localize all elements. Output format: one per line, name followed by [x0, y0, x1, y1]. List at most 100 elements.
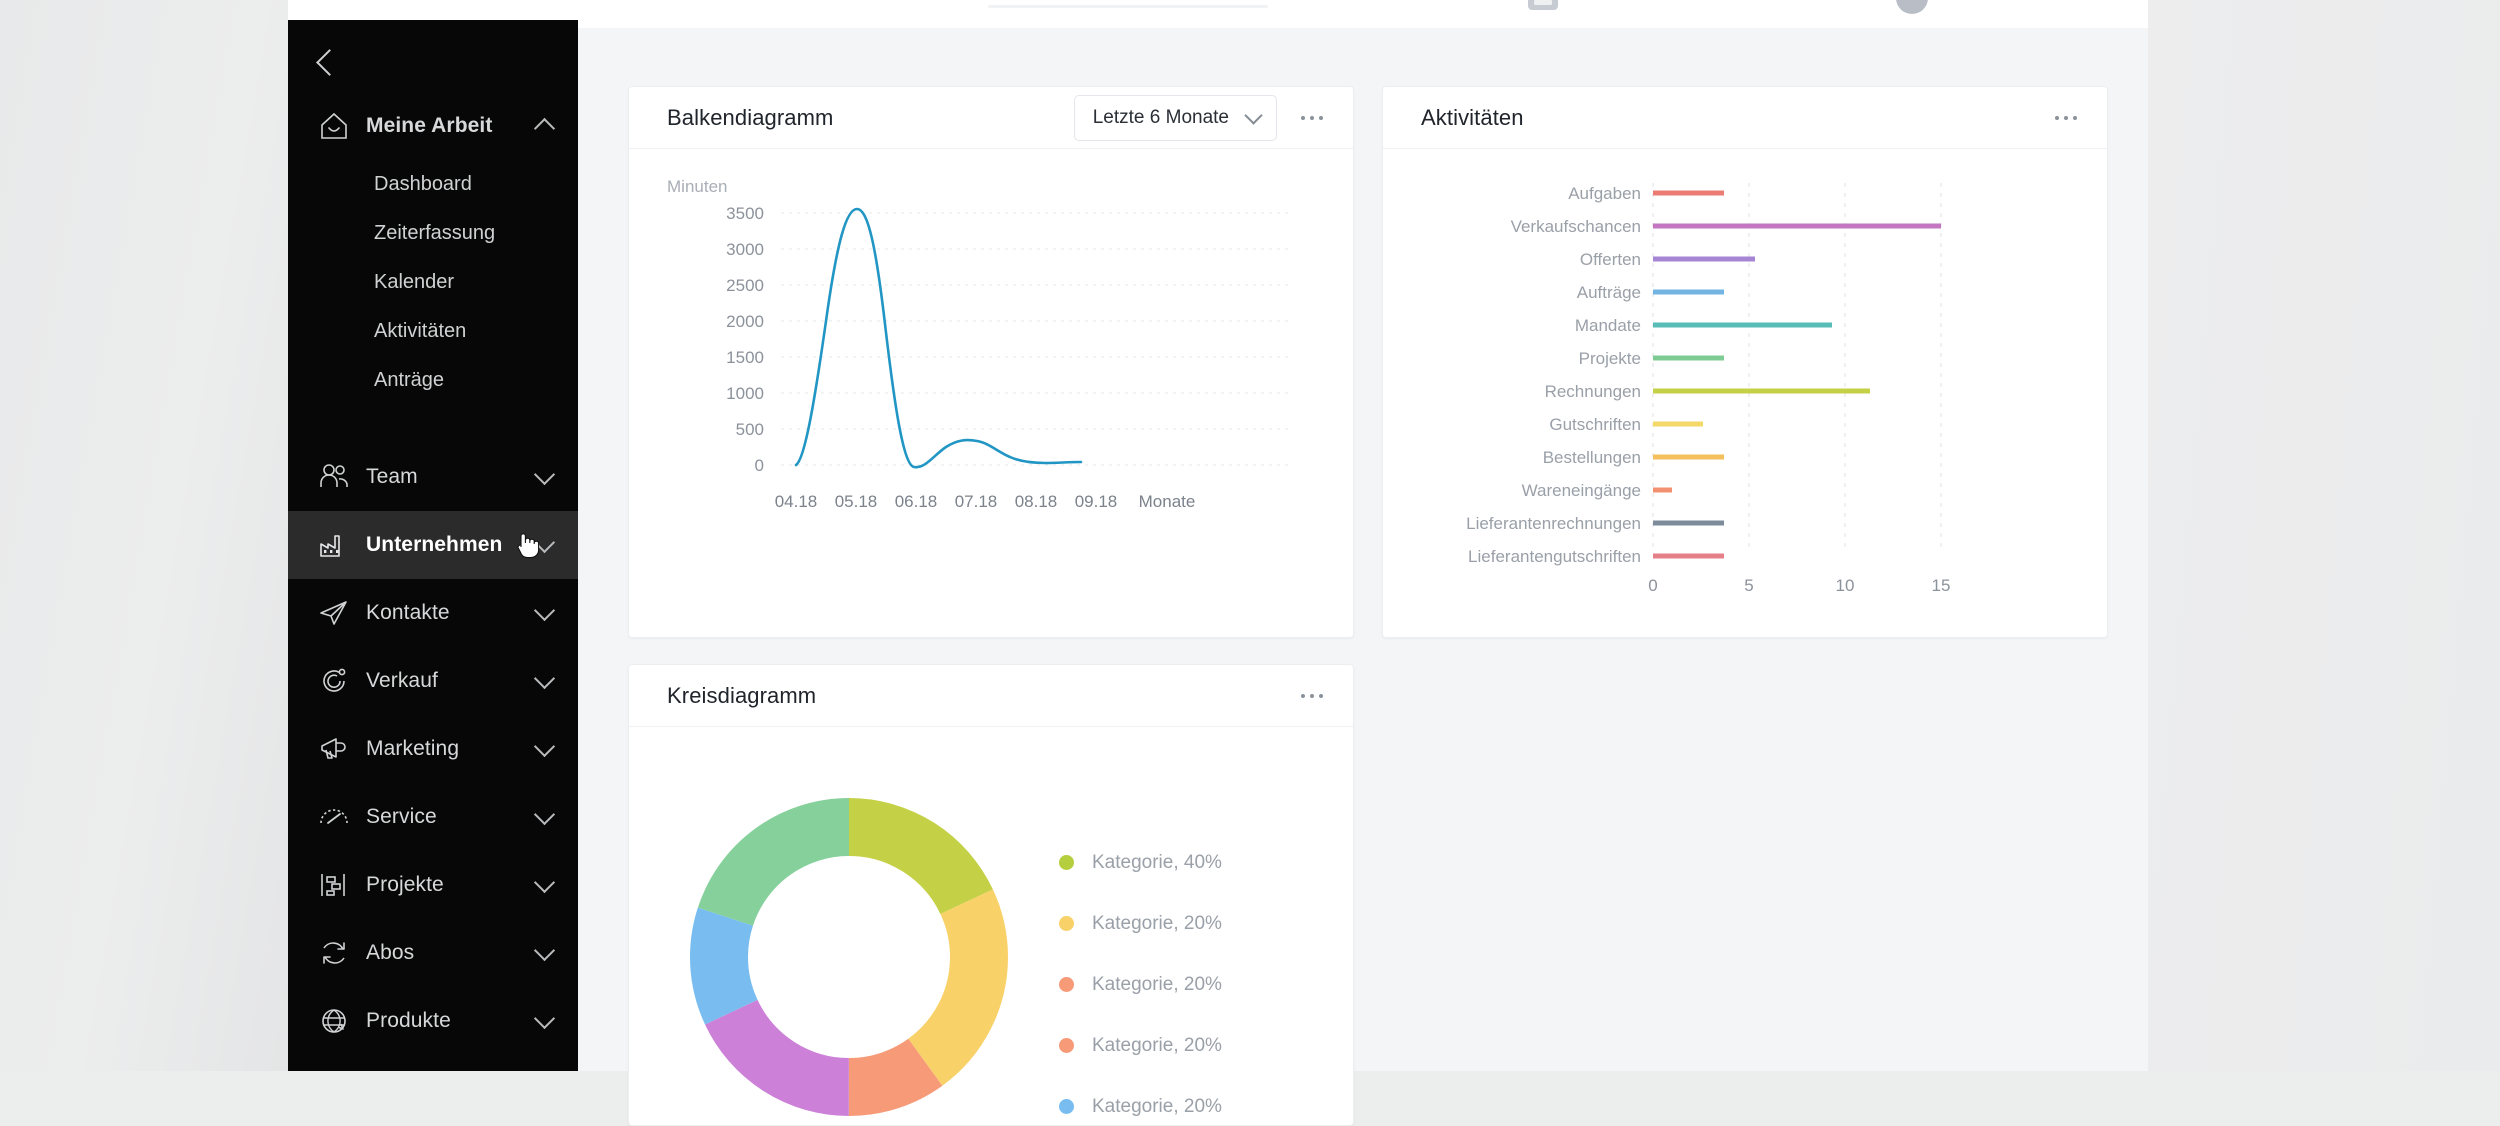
sidebar-item-verkauf[interactable]: Verkauf — [288, 647, 578, 715]
sidebar-item-label: Meine Arbeit — [366, 114, 493, 137]
date-range-value: Letzte 6 Monate — [1092, 106, 1229, 128]
sidebar-subitem-antraege[interactable]: Anträge — [288, 356, 578, 405]
calendar-icon[interactable] — [1528, 0, 1558, 10]
svg-text:07.18: 07.18 — [955, 492, 998, 511]
svg-text:Aufgaben: Aufgaben — [1568, 184, 1641, 203]
sidebar-item-team[interactable]: Team — [288, 443, 578, 511]
svg-text:Projekte: Projekte — [1579, 349, 1641, 368]
sidebar-subitem-dashboard[interactable]: Dashboard — [288, 160, 578, 209]
grid-lines — [1652, 183, 1942, 549]
home-icon — [316, 108, 352, 144]
card-menu-button[interactable] — [2053, 110, 2079, 126]
sidebar-item-label: Projekte — [366, 873, 444, 896]
donut-chart-svg — [690, 798, 1008, 1116]
card-title: Balkendiagramm — [667, 104, 834, 130]
grid-lines — [781, 212, 1289, 466]
paper-plane-icon — [316, 595, 352, 631]
chevron-down-icon — [533, 599, 556, 622]
target-icon — [316, 663, 352, 699]
card-balkendiagramm: Balkendiagramm Letzte 6 Monate Minuten 3… — [628, 86, 1354, 638]
svg-text:Bestellungen: Bestellungen — [1543, 448, 1641, 467]
svg-text:15: 15 — [1932, 576, 1951, 595]
sidebar-subitem-zeiterfassung[interactable]: Zeiterfassung — [288, 209, 578, 258]
chevron-down-icon — [533, 1007, 556, 1030]
card-menu-button[interactable] — [1299, 688, 1325, 704]
x-axis-ticks: 04.18 05.18 06.18 07.18 08.18 09.18 Mona… — [775, 492, 1196, 511]
y-axis-ticks: 3500 3000 2500 2000 1500 1000 500 0 — [726, 204, 764, 475]
svg-text:500: 500 — [736, 420, 764, 439]
legend-item[interactable]: Kategorie, 20% — [1059, 969, 1222, 1000]
bars — [1653, 190, 1941, 559]
card-header: Kreisdiagramm — [629, 665, 1353, 727]
svg-text:04.18: 04.18 — [775, 492, 818, 511]
megaphone-icon — [316, 731, 352, 767]
chevron-down-icon — [533, 667, 556, 690]
card-header: Aktivitäten — [1383, 87, 2107, 149]
sidebar-item-service[interactable]: Service — [288, 783, 578, 851]
legend-item[interactable]: Kategorie, 20% — [1059, 1030, 1222, 1061]
svg-text:Monate: Monate — [1139, 492, 1196, 511]
chevron-down-icon — [533, 803, 556, 826]
legend-color-swatch — [1059, 977, 1074, 992]
sidebar-item-produkte[interactable]: Produkte — [288, 987, 578, 1055]
legend-item[interactable]: Kategorie, 20% — [1059, 908, 1222, 939]
svg-text:Offerten: Offerten — [1580, 250, 1641, 269]
sidebar-item-label: Abos — [366, 941, 415, 964]
chevron-down-icon — [533, 871, 556, 894]
mouse-cursor-pointer — [517, 533, 539, 558]
line-chart-svg: 3500 3000 2500 2000 1500 1000 500 0 04.1… — [726, 204, 1289, 511]
sidebar-collapse-button[interactable] — [288, 36, 578, 88]
svg-text:Wareneingänge: Wareneingänge — [1522, 481, 1641, 500]
sidebar-item-marketing[interactable]: Marketing — [288, 715, 578, 783]
line-series-minuten — [794, 207, 1083, 469]
search-input[interactable] — [988, 5, 1268, 8]
svg-text:Gutschriften: Gutschriften — [1549, 415, 1641, 434]
card-header: Balkendiagramm Letzte 6 Monate — [629, 87, 1353, 149]
svg-text:3000: 3000 — [726, 240, 764, 259]
svg-text:1500: 1500 — [726, 348, 764, 367]
legend-label: Kategorie, 20% — [1092, 912, 1222, 934]
chevron-down-icon — [1244, 105, 1263, 125]
avatar[interactable] — [1896, 0, 1928, 14]
legend-color-swatch — [1059, 1038, 1074, 1053]
right-backdrop — [2148, 0, 2500, 1071]
svg-text:08.18: 08.18 — [1015, 492, 1058, 511]
svg-text:Lieferantenrechnungen: Lieferantenrechnungen — [1466, 514, 1641, 533]
y-axis-label: Minuten — [667, 177, 728, 196]
sidebar-item-label: Unternehmen — [366, 533, 503, 556]
sidebar-subitem-kalender[interactable]: Kalender — [288, 258, 578, 307]
svg-text:Rechnungen: Rechnungen — [1545, 382, 1641, 401]
legend-label: Kategorie, 40% — [1092, 851, 1222, 873]
legend-item[interactable]: Kategorie, 20% — [1059, 1091, 1222, 1122]
left-backdrop — [0, 0, 288, 1071]
pie-chart: Kategorie, 40% Kategorie, 20% Kategorie,… — [629, 727, 1353, 1124]
legend-color-swatch — [1059, 1099, 1074, 1114]
sidebar-item-kontakte[interactable]: Kontakte — [288, 579, 578, 647]
sidebar-item-label: Service — [366, 805, 437, 828]
sidebar-item-unternehmen[interactable]: Unternehmen — [288, 511, 578, 579]
sidebar-item-projekte[interactable]: Projekte — [288, 851, 578, 919]
activities-bar-chart-svg: Aufgaben Verkaufschancen Offerten Aufträ… — [1466, 183, 1951, 595]
sidebar: Meine Arbeit Dashboard Zeiterfassung Kal… — [288, 20, 578, 1071]
svg-text:2000: 2000 — [726, 312, 764, 331]
legend-color-swatch — [1059, 855, 1074, 870]
sidebar-item-abos[interactable]: Abos — [288, 919, 578, 987]
factory-icon — [316, 527, 352, 563]
date-range-select[interactable]: Letzte 6 Monate — [1073, 94, 1277, 141]
svg-text:10: 10 — [1836, 576, 1855, 595]
sidebar-item-meine-arbeit[interactable]: Meine Arbeit — [288, 92, 578, 160]
sidebar-item-label: Verkauf — [366, 669, 438, 692]
chevron-down-icon — [533, 735, 556, 758]
sidebar-item-finanzen[interactable]: Finanzen — [288, 1055, 578, 1071]
activities-bar-chart: Aufgaben Verkaufschancen Offerten Aufträ… — [1383, 149, 2107, 636]
legend-color-swatch — [1059, 916, 1074, 931]
sidebar-subitem-aktivitaeten[interactable]: Aktivitäten — [288, 307, 578, 356]
gauge-icon — [316, 799, 352, 835]
card-menu-button[interactable] — [1299, 110, 1325, 126]
line-chart: Minuten 3500 3000 2500 2000 1500 1000 50… — [629, 149, 1353, 636]
chevron-left-icon — [316, 48, 343, 76]
legend-item[interactable]: Kategorie, 40% — [1059, 847, 1222, 878]
svg-text:5: 5 — [1744, 576, 1753, 595]
sidebar-item-label: Produkte — [366, 1009, 451, 1032]
